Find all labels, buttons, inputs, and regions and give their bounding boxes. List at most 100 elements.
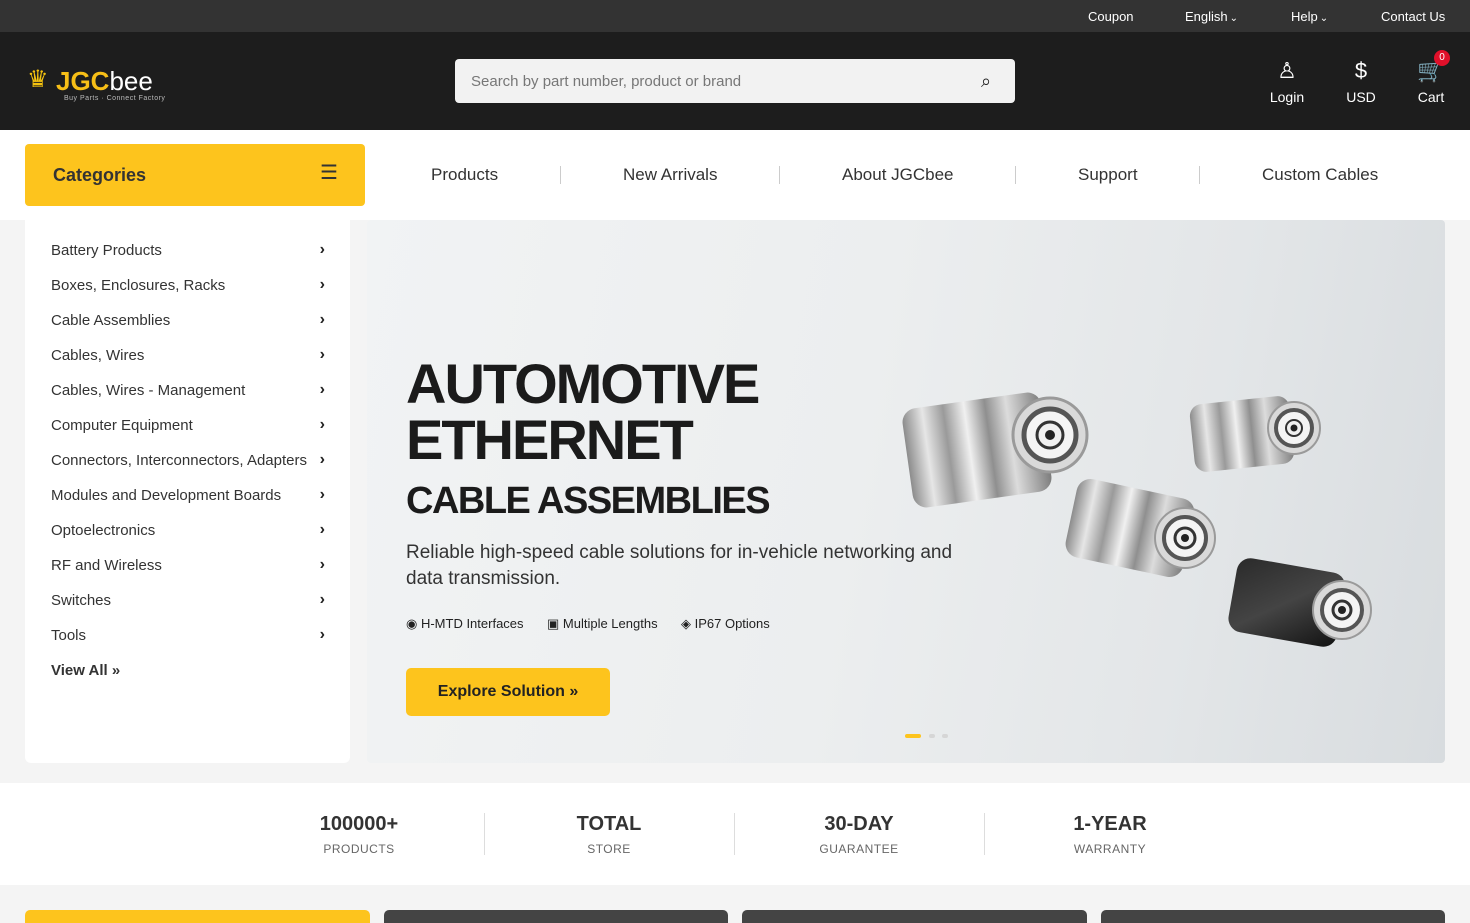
category-label: Computer Equipment [51,417,193,434]
promo-card-4[interactable] [1101,910,1445,923]
category-label: Cables, Wires - Management [51,382,246,399]
chevron-right-icon: › [319,451,325,468]
category-label: RF and Wireless [51,557,162,574]
chevron-right-icon: › [319,241,325,258]
menu-icon: ☰ [320,162,338,184]
category-item[interactable]: Boxes, Enclosures, Racks › [51,275,325,297]
category-label: Tools [51,627,87,644]
nav-divider [1199,166,1200,184]
hero-title: AUTOMOTIVE ETHERNET [406,356,760,471]
category-item[interactable]: Battery Products › [51,240,325,262]
currency-label: USD [1346,89,1376,105]
cart-count-badge: 0 [1434,50,1450,66]
category-label: Cable Assemblies [51,312,171,329]
help-label: Help [1291,9,1318,24]
nav-products[interactable]: Products [431,165,498,185]
nav-divider [560,166,561,184]
category-item[interactable]: Cables, Wires › [51,345,325,367]
top-bar: Coupon English ⌄ Help ⌄ Contact Us [0,0,1470,32]
stat-value: 1-YEAR [1073,813,1147,835]
promo-card-3[interactable] [742,910,1087,923]
logo-part-2: bee [109,66,153,96]
nav-divider [1015,166,1016,184]
logo-wordmark: JGCbee [56,66,153,96]
stat-value: 100000+ [319,813,399,835]
category-item[interactable]: RF and Wireless › [51,555,325,577]
connector-medium [1065,479,1216,577]
chevron-right-icon: › [319,591,325,608]
chevron-right-icon: › [319,416,325,433]
category-label: Modules and Development Boards [51,487,282,504]
hero-description: Reliable high-speed cable solutions for … [406,542,953,589]
category-item[interactable]: Optoelectronics › [51,520,325,542]
nav-about[interactable]: About JGCbee [842,165,954,185]
category-item[interactable]: Switches › [51,590,325,612]
chevron-right-icon: › [319,311,325,328]
cable-connectors-image [902,392,1372,647]
search-icon[interactable]: ⌕ [981,72,991,90]
categories-label: Categories [53,165,147,185]
nav-support[interactable]: Support [1078,165,1138,185]
category-item[interactable]: Tools › [51,625,325,647]
promo-card-1[interactable] [25,910,370,923]
stats-strip: 100000+ PRODUCTS TOTAL STORE 30-DAY GUAR… [0,783,1470,885]
category-label: Battery Products [51,242,162,259]
chevron-right-icon: › [319,556,325,573]
stat-label: STORE [587,842,631,856]
stat-label: GUARANTEE [819,842,899,856]
category-label: Optoelectronics [51,522,156,539]
category-label: Cables, Wires [51,347,145,364]
category-item[interactable]: Cable Assemblies › [51,310,325,332]
stat-label: PRODUCTS [323,842,395,856]
login-button[interactable]: ♙ Login [1266,58,1308,105]
site-header: ♛ JGCbee Buy Parts · Connect Factory ⌕ ♙… [0,32,1470,130]
category-item[interactable]: Cables, Wires - Management › [51,380,325,402]
connector-black [1228,558,1372,647]
stat-products: 100000+ PRODUCTS [234,813,484,856]
category-label: Switches [51,592,112,609]
hero-subtitle: CABLE ASSEMBLIES [406,480,771,522]
search-input[interactable] [455,59,965,103]
help-menu[interactable]: Help ⌄ [1291,9,1328,24]
login-label: Login [1269,89,1305,105]
promo-card-2[interactable] [384,910,728,923]
chevron-right-icon: › [319,486,325,503]
search-bar: ⌕ [455,59,1015,103]
chevron-down-icon: ⌄ [1229,13,1239,24]
logo-tagline: Buy Parts · Connect Factory [64,95,166,102]
currency-button[interactable]: $ USD [1343,58,1379,105]
categories-button[interactable]: Categories ☰ [25,144,365,206]
explore-solution-button[interactable]: Explore Solution » [406,668,610,716]
nav-custom-cables[interactable]: Custom Cables [1262,165,1378,185]
category-item[interactable]: Modules and Development Boards › [51,485,325,507]
category-label: Boxes, Enclosures, Racks [51,277,226,294]
slide-dot-3[interactable] [942,734,948,738]
category-sidebar: Battery Products › Boxes, Enclosures, Rac… [25,220,350,763]
slide-dot-1[interactable] [905,734,921,738]
category-label: Connectors, Interconnectors, Adapters [51,452,307,469]
feature-ip67: ◈ IP67 Options [681,616,770,631]
hero-banner: AUTOMOTIVE ETHERNET CABLE ASSEMBLIES Rel… [367,220,1445,763]
coupon-link[interactable]: Coupon [1088,9,1134,24]
hero-title-line-2: ETHERNET [406,408,694,471]
connector-large [902,392,1089,508]
stat-value: 30-DAY [824,813,894,835]
main-nav: Categories ☰ Products New Arrivals About… [0,130,1470,220]
cart-button[interactable]: 🛒 0 Cart [1414,50,1450,105]
crown-icon: ♛ [27,66,49,93]
nav-divider [779,166,780,184]
chevron-down-icon: ⌄ [1319,13,1329,24]
contact-us-link[interactable]: Contact Us [1381,9,1445,24]
category-item[interactable]: Connectors, Interconnectors, Adapters › [51,450,325,472]
cart-label: Cart [1417,89,1445,105]
language-selector[interactable]: English ⌄ [1185,9,1238,24]
nav-new-arrivals[interactable]: New Arrivals [623,165,717,185]
stat-warranty: 1-YEAR WARRANTY [985,813,1235,856]
chevron-right-icon: › [319,276,325,293]
view-all-link[interactable]: View All » [51,662,120,679]
slide-dot-2[interactable] [929,734,935,738]
dollar-icon: $ [1354,58,1368,83]
feature-interfaces: ◉ H-MTD Interfaces [406,616,524,631]
category-item[interactable]: Computer Equipment › [51,415,325,437]
logo-part-1: JGC [56,66,110,96]
